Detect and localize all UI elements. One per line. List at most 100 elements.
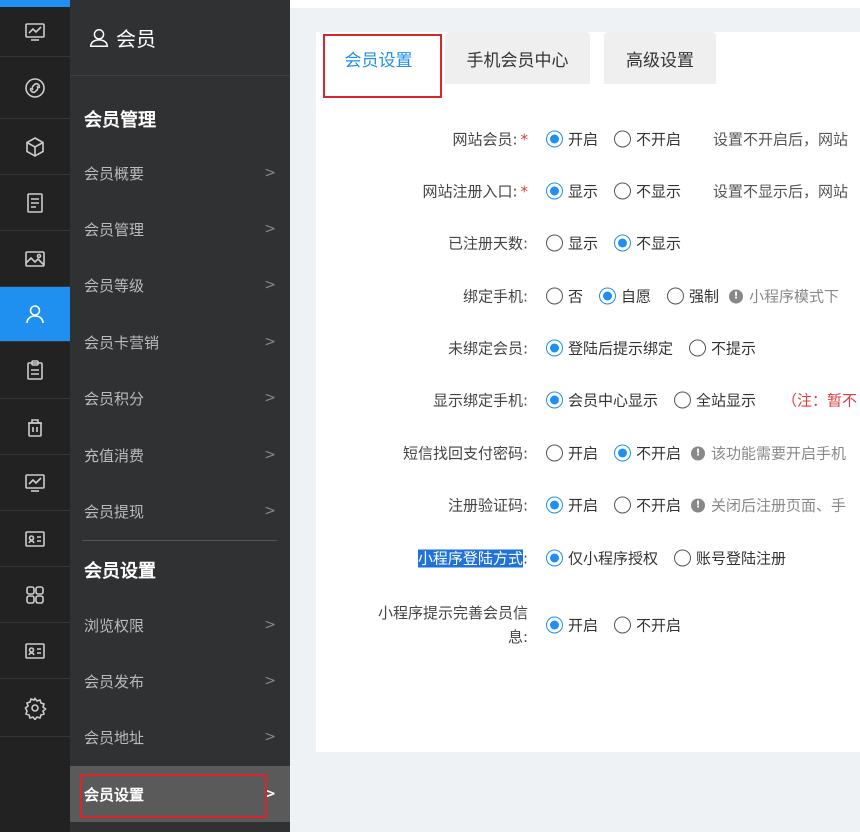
sidebar-title: 会员 — [116, 27, 156, 51]
gear-icon — [24, 696, 47, 720]
info-icon: ! — [691, 446, 706, 460]
radio-complete-info-on[interactable]: 开启 — [546, 615, 598, 636]
radio-miniprogram-auth-only[interactable]: 仅小程序授权 — [546, 548, 658, 569]
chevron-right-icon: > — [264, 390, 276, 406]
rail-item-article[interactable] — [0, 175, 70, 231]
chevron-right-icon: > — [264, 165, 276, 181]
radio-unbound-no-prompt[interactable]: 不提示 — [689, 338, 756, 359]
field-note: （注：暂不 — [782, 391, 858, 410]
row-unbound-member: 未绑定会员: 登陆后提示绑定 不提示 — [316, 333, 860, 363]
sidebar-divider — [82, 540, 277, 541]
row-sms-pay-password: 短信找回支付密码: 开启 不开启 ! 该功能需要开启手机 — [316, 438, 860, 468]
sidebar-item-permissions[interactable]: 浏览权限 > — [70, 597, 290, 653]
required-mark: * — [520, 182, 529, 201]
rail-item-order[interactable] — [0, 342, 70, 399]
row-miniprogram-login: 小程序登陆方式: 仅小程序授权 账号登陆注册 — [316, 543, 860, 573]
secondary-sidebar: 会员 会员管理 会员概要 > 会员管理 > 会员等级 > 会员卡营销 > 会员积分 > 充… — [70, 0, 290, 832]
chevron-right-icon: > — [264, 673, 276, 689]
sidebar-item-points[interactable]: 会员积分 > — [70, 370, 290, 426]
field-tip: 小程序模式下 — [749, 287, 840, 306]
field-label-suffix: : — [522, 549, 528, 568]
id-card-icon — [25, 530, 45, 547]
clipboard-icon — [27, 360, 43, 380]
row-register-captcha: 注册验证码: 开启 不开启 ! 关闭后注册页面、手 — [316, 490, 860, 520]
radio-site-member-off[interactable]: 不开启 — [614, 129, 681, 150]
sidebar-item-publish[interactable]: 会员发布 > — [70, 653, 290, 709]
field-tip: 关闭后注册页面、手 — [711, 496, 847, 515]
radio-complete-info-off[interactable]: 不开启 — [614, 615, 681, 636]
rail-item-dashboard[interactable] — [0, 7, 70, 57]
field-label: 显示绑定手机: — [432, 391, 528, 410]
document-icon — [27, 192, 43, 213]
field-label: 绑定手机: — [462, 287, 528, 306]
field-label: 已注册天数: — [447, 234, 528, 253]
radio-unbound-prompt[interactable]: 登陆后提示绑定 — [546, 338, 673, 359]
tab-advanced-settings[interactable]: 高级设置 — [604, 32, 716, 84]
chevron-right-icon: > — [264, 277, 276, 293]
rail-top-accent — [0, 0, 70, 7]
sidebar-item-levels[interactable]: 会员等级 > — [70, 257, 290, 313]
radio-show-member-center[interactable]: 会员中心显示 — [546, 390, 658, 411]
radio-account-login[interactable]: 账号登陆注册 — [674, 548, 786, 569]
rail-item-card[interactable] — [0, 511, 70, 567]
radio-register-entry-show[interactable]: 显示 — [546, 181, 598, 202]
radio-bind-phone-optional[interactable]: 自愿 — [599, 286, 651, 307]
chevron-right-icon: > — [264, 447, 276, 463]
rail-item-account[interactable] — [0, 623, 70, 679]
radio-registered-days-show[interactable]: 显示 — [546, 233, 598, 254]
group-title-member-management: 会员管理 — [84, 110, 156, 131]
rail-item-gallery[interactable] — [0, 231, 70, 287]
image-icon — [25, 250, 45, 267]
id-card-icon — [25, 642, 45, 659]
radio-register-entry-hide[interactable]: 不显示 — [614, 181, 681, 202]
rail-item-member[interactable] — [0, 287, 70, 342]
field-hint: 设置不开启后，网站 — [713, 130, 849, 149]
rail-item-statistics[interactable] — [0, 455, 70, 511]
required-mark: * — [520, 130, 529, 149]
radio-sms-pay-on[interactable]: 开启 — [546, 443, 598, 464]
row-bind-phone: 绑定手机: 否 自愿 强制 ! 小程序模式下 — [316, 281, 860, 311]
tab-mobile-member-center[interactable]: 手机会员中心 — [445, 32, 590, 84]
trash-icon — [28, 418, 42, 437]
top-bar — [290, 0, 860, 8]
radio-bind-phone-no[interactable]: 否 — [546, 286, 583, 307]
row-registered-days: 已注册天数: 显示 不显示 — [316, 228, 860, 258]
field-tip: 该功能需要开启手机 — [711, 444, 847, 463]
field-hint: 设置不显示后，网站 — [713, 182, 849, 201]
radio-captcha-off[interactable]: 不开启 — [614, 495, 681, 516]
row-show-bound-phone: 显示绑定手机: 会员中心显示 全站显示 （注：暂不 — [316, 385, 860, 415]
radio-registered-days-hide[interactable]: 不显示 — [614, 233, 681, 254]
sidebar-item-withdraw[interactable]: 会员提现 > — [70, 483, 290, 539]
row-miniprogram-complete-info: 小程序提示完善会员信息: 开启 不开启 — [316, 597, 860, 653]
user-icon — [90, 28, 108, 47]
field-label: 网站注册入口: — [422, 182, 518, 201]
radio-bind-phone-forced[interactable]: 强制 — [667, 286, 719, 307]
sidebar-item-address[interactable]: 会员地址 > — [70, 709, 290, 765]
field-label: 短信找回支付密码: — [402, 444, 528, 463]
sidebar-item-card-marketing[interactable]: 会员卡营销 > — [70, 314, 290, 370]
chevron-right-icon: > — [264, 221, 276, 237]
rail-item-settings[interactable] — [0, 679, 70, 737]
user-icon — [26, 305, 44, 324]
field-label: 小程序提示完善会员信息: — [377, 604, 528, 646]
radio-site-member-on[interactable]: 开启 — [546, 129, 598, 150]
sidebar-item-member-list[interactable]: 会员管理 > — [70, 201, 290, 257]
row-site-member: 网站会员: * 开启 不开启 设置不开启后，网站 — [316, 124, 860, 154]
rail-item-link[interactable] — [0, 57, 70, 119]
group-title-member-settings: 会员设置 — [84, 561, 156, 582]
chevron-right-icon: > — [264, 334, 276, 350]
info-icon: ! — [729, 289, 744, 303]
sidebar-item-overview[interactable]: 会员概要 > — [70, 145, 290, 201]
rail-item-trash[interactable] — [0, 399, 70, 455]
radio-captcha-on[interactable]: 开启 — [546, 495, 598, 516]
highlight-box-tab — [323, 34, 442, 98]
radio-show-site-wide[interactable]: 全站显示 — [674, 390, 756, 411]
rail-item-product[interactable] — [0, 119, 70, 175]
highlight-box-sidebar — [80, 774, 267, 818]
link-icon — [25, 77, 45, 98]
field-label: 注册验证码: — [447, 496, 528, 515]
sidebar-item-recharge[interactable]: 充值消费 > — [70, 427, 290, 483]
radio-sms-pay-off[interactable]: 不开启 — [614, 443, 681, 464]
icon-rail — [0, 0, 70, 832]
rail-item-apps[interactable] — [0, 567, 70, 623]
